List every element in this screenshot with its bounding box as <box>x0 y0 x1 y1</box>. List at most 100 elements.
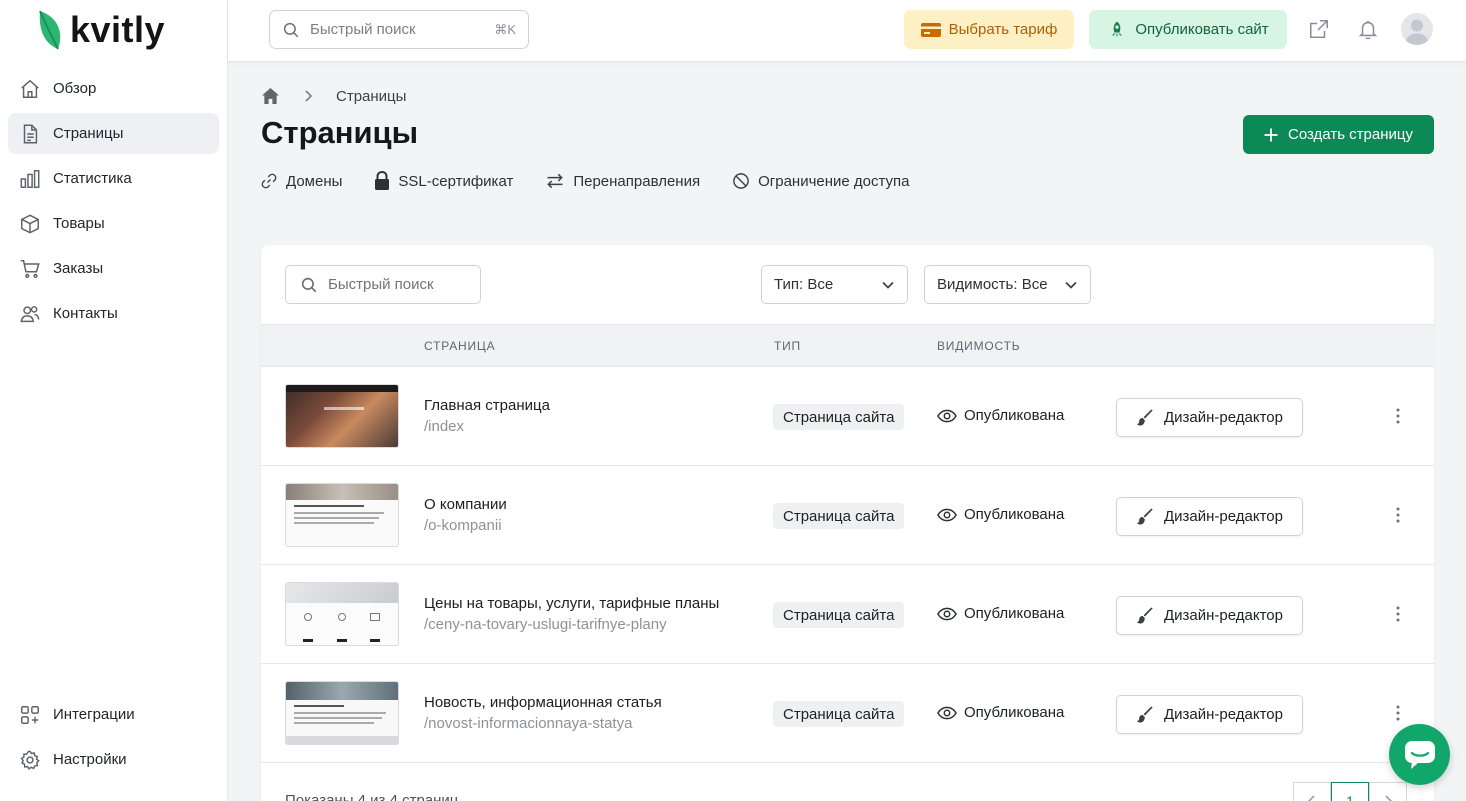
eye-icon <box>937 409 957 422</box>
visibility-status: Опубликована <box>937 605 1064 622</box>
bar-chart-icon <box>18 167 42 191</box>
visibility-status: Опубликована <box>937 704 1064 721</box>
sidebar-item-integrations[interactable]: Интеграции <box>8 694 219 735</box>
table-row[interactable]: О компании /o-kompanii Страница сайта Оп… <box>261 466 1434 565</box>
brush-icon <box>1136 606 1153 624</box>
more-options-icon[interactable] <box>1388 603 1408 625</box>
eye-icon <box>937 607 957 620</box>
breadcrumb-current: Страницы <box>336 87 407 105</box>
visibility-filter-select[interactable]: Видимость: Все <box>924 265 1091 304</box>
search-placeholder: Быстрый поиск <box>310 21 416 38</box>
subnav-label: SSL-сертификат <box>398 172 514 190</box>
table-row[interactable]: Главная страница /index Страница сайта О… <box>261 367 1434 466</box>
type-badge: Страница сайта <box>773 503 905 529</box>
integrations-icon <box>18 703 42 727</box>
visibility-filter-label: Видимость: Все <box>937 276 1048 293</box>
pages-table-card: Быстрый поиск Тип: Все Видимость: Все СТ… <box>261 245 1434 801</box>
type-badge: Страница сайта <box>773 404 905 430</box>
search-icon <box>283 22 299 37</box>
sidebar-item-orders[interactable]: Заказы <box>8 248 219 289</box>
credit-card-icon <box>920 22 941 37</box>
global-search-input[interactable]: Быстрый поиск ⌘K <box>269 10 529 49</box>
chevron-down-icon <box>1065 281 1077 289</box>
bell-icon[interactable] <box>1356 17 1380 41</box>
column-header-page: СТРАНИЦА <box>424 339 496 353</box>
visibility-label: Опубликована <box>964 704 1065 721</box>
subnav-access-restriction[interactable]: Ограничение доступа <box>732 172 910 190</box>
type-filter-select[interactable]: Тип: Все <box>761 265 908 304</box>
users-icon <box>18 302 42 326</box>
home-breadcrumb-icon[interactable] <box>261 87 280 105</box>
visibility-label: Опубликована <box>964 506 1065 523</box>
eye-icon <box>937 706 957 719</box>
page-thumbnail <box>285 483 399 547</box>
external-link-icon[interactable] <box>1307 17 1331 41</box>
table-row[interactable]: Цены на товары, услуги, тарифные планы /… <box>261 565 1434 664</box>
search-icon <box>301 277 317 292</box>
prev-page-button[interactable] <box>1293 782 1331 801</box>
link-icon <box>261 173 277 189</box>
table-header: СТРАНИЦА ТИП ВИДИМОСТЬ <box>261 324 1434 367</box>
page-title-cell[interactable]: Новость, информационная статья <box>424 694 662 711</box>
choose-tariff-button[interactable]: Выбрать тариф <box>904 10 1074 49</box>
create-page-button[interactable]: Создать страницу <box>1243 115 1434 154</box>
design-editor-label: Дизайн-редактор <box>1164 508 1283 525</box>
publish-site-label: Опубликовать сайт <box>1135 21 1269 38</box>
logo[interactable]: kvitly <box>36 8 165 52</box>
sidebar-item-label: Статистика <box>53 170 132 187</box>
table-row[interactable]: Новость, информационная статья /novost-i… <box>261 664 1434 763</box>
brush-icon <box>1136 408 1153 426</box>
design-editor-button[interactable]: Дизайн-редактор <box>1116 695 1303 734</box>
avatar[interactable] <box>1401 13 1433 45</box>
logo-text: kvitly <box>70 9 166 50</box>
more-options-icon[interactable] <box>1388 504 1408 526</box>
next-page-button[interactable] <box>1369 782 1407 801</box>
plus-icon <box>1264 128 1278 141</box>
eye-icon <box>937 508 957 521</box>
sidebar-item-overview[interactable]: Обзор <box>8 68 219 109</box>
page-title-cell[interactable]: О компании <box>424 496 507 513</box>
sidebar-nav: Обзор Страницы Статистика Товары Заказы <box>8 68 219 338</box>
page-number-button[interactable]: 1 <box>1331 782 1369 801</box>
subnav-ssl[interactable]: SSL-сертификат <box>374 171 513 191</box>
page-slug: /o-kompanii <box>424 517 502 534</box>
page-title-cell[interactable]: Цены на товары, услуги, тарифные планы <box>424 595 719 612</box>
sidebar-item-label: Настройки <box>53 751 127 768</box>
chat-widget-button[interactable] <box>1389 724 1450 785</box>
design-editor-button[interactable]: Дизайн-редактор <box>1116 497 1303 536</box>
design-editor-button[interactable]: Дизайн-редактор <box>1116 596 1303 635</box>
sidebar-item-statistics[interactable]: Статистика <box>8 158 219 199</box>
pagination: 1 <box>1293 782 1407 801</box>
page-title-cell[interactable]: Главная страница <box>424 397 550 414</box>
publish-site-button[interactable]: Опубликовать сайт <box>1089 10 1287 49</box>
topbar: Быстрый поиск ⌘K Выбрать тариф Опубликов… <box>228 0 1466 62</box>
type-filter-label: Тип: Все <box>774 276 834 293</box>
visibility-label: Опубликована <box>964 407 1065 424</box>
visibility-status: Опубликована <box>937 407 1064 424</box>
design-editor-button[interactable]: Дизайн-редактор <box>1116 398 1303 437</box>
page-slug: /ceny-na-tovary-uslugi-tarifnye-plany <box>424 616 667 633</box>
type-badge: Страница сайта <box>773 602 905 628</box>
subnav-label: Домены <box>286 172 343 190</box>
page-slug: /index <box>424 418 465 435</box>
brush-icon <box>1136 705 1153 723</box>
design-editor-label: Дизайн-редактор <box>1164 607 1283 624</box>
brush-icon <box>1136 507 1153 525</box>
more-options-icon[interactable] <box>1388 405 1408 427</box>
sidebar-item-label: Товары <box>53 215 105 232</box>
design-editor-label: Дизайн-редактор <box>1164 409 1283 426</box>
sidebar-item-contacts[interactable]: Контакты <box>8 293 219 334</box>
more-options-icon[interactable] <box>1388 702 1408 724</box>
pages-search-input[interactable]: Быстрый поиск <box>285 265 481 304</box>
sidebar-item-label: Страницы <box>53 125 124 142</box>
sidebar-item-settings[interactable]: Настройки <box>8 739 219 780</box>
subnav-domains[interactable]: Домены <box>260 172 342 190</box>
subnav-redirects[interactable]: Перенаправления <box>545 172 700 190</box>
page-slug: /novost-informacionnaya-statya <box>424 715 633 732</box>
sidebar-item-products[interactable]: Товары <box>8 203 219 244</box>
leaf-logo-icon <box>39 10 61 50</box>
cart-icon <box>18 257 42 281</box>
page-title: Страницы <box>261 115 419 150</box>
sidebar-item-pages[interactable]: Страницы <box>8 113 219 154</box>
visibility-label: Опубликована <box>964 605 1065 622</box>
